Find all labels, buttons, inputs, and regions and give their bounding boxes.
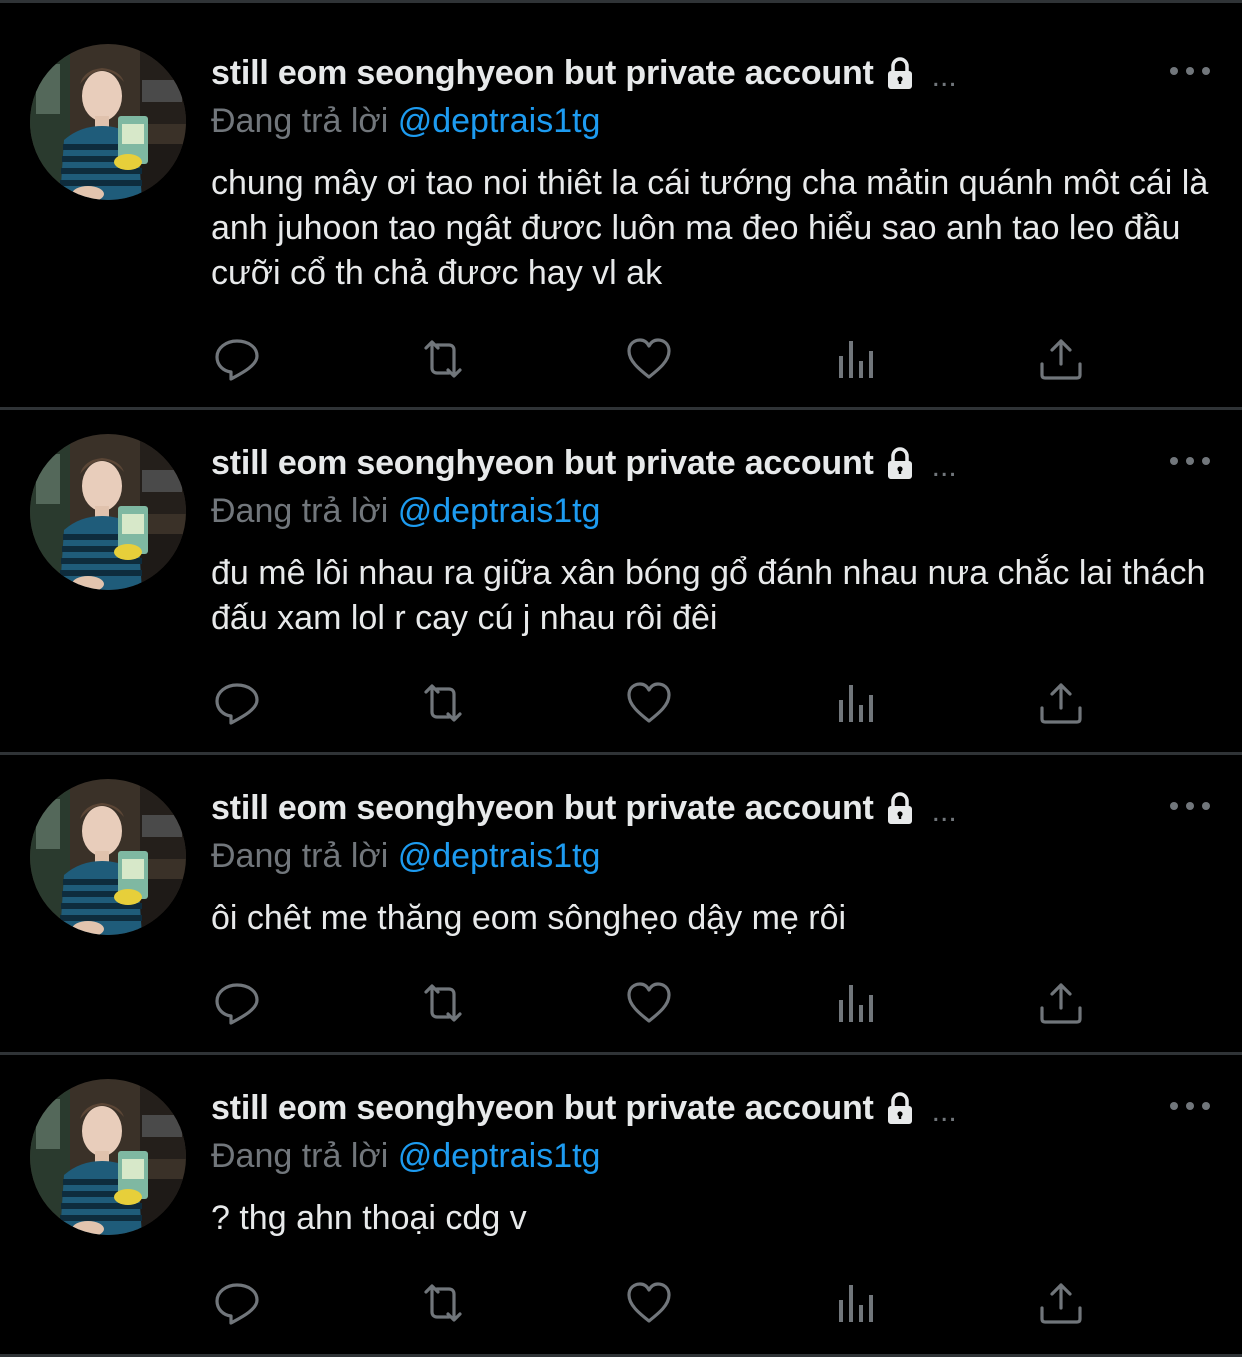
more-options-icon[interactable]: [1168, 794, 1212, 818]
name-truncation: ...: [931, 1095, 957, 1128]
share-icon[interactable]: [1036, 334, 1086, 384]
reply-prefix: Đang trả lời: [211, 1137, 389, 1175]
tweet-actions: [0, 334, 1242, 384]
lock-icon: [882, 790, 918, 826]
views-icon[interactable]: [830, 678, 880, 728]
retweet-icon[interactable]: [418, 978, 468, 1028]
lock-icon: [882, 55, 918, 91]
tweet[interactable]: still eom seonghyeon but private account…: [0, 1055, 1242, 1357]
author-avatar[interactable]: [30, 779, 186, 935]
name-truncation: ...: [931, 795, 957, 828]
reply-handle-link[interactable]: @deptrais1tg: [398, 102, 601, 140]
replying-to: Đang trả lời @deptrais1tg: [211, 1137, 600, 1176]
tweet-text: chung mây ơi tao noi thiêt la cái tướng …: [211, 164, 1209, 292]
more-options-icon[interactable]: [1168, 1094, 1212, 1118]
retweet-icon[interactable]: [418, 678, 468, 728]
tweet-actions: [0, 678, 1242, 728]
tweet-text: ? thg ahn thoại cdg v: [211, 1199, 527, 1237]
reply-prefix: Đang trả lời: [211, 102, 389, 140]
reply-handle-link[interactable]: @deptrais1tg: [398, 1137, 601, 1175]
like-icon[interactable]: [624, 1278, 674, 1328]
reply-icon[interactable]: [212, 1278, 262, 1328]
reply-prefix: Đang trả lời: [211, 837, 389, 875]
lock-icon: [882, 445, 918, 481]
reply-handle-link[interactable]: @deptrais1tg: [398, 492, 601, 530]
more-options-icon[interactable]: [1168, 449, 1212, 473]
reply-prefix: Đang trả lời: [211, 492, 389, 530]
tweet-text: ôi chêt me thăng eom sônghẹo dậy mẹ rôi: [211, 899, 847, 937]
reply-icon[interactable]: [212, 678, 262, 728]
author-display-name[interactable]: still eom seonghyeon but private account: [211, 444, 874, 483]
author-avatar[interactable]: [30, 1079, 186, 1235]
reply-feed: still eom seonghyeon but private account…: [0, 0, 1242, 1357]
replying-to: Đang trả lời @deptrais1tg: [211, 837, 600, 876]
tweet-actions: [0, 978, 1242, 1028]
author-display-name[interactable]: still eom seonghyeon but private account: [211, 54, 874, 93]
tweet[interactable]: still eom seonghyeon but private account…: [0, 3, 1242, 410]
retweet-icon[interactable]: [418, 334, 468, 384]
views-icon[interactable]: [830, 1278, 880, 1328]
author-avatar[interactable]: [30, 44, 186, 200]
author-avatar[interactable]: [30, 434, 186, 590]
replying-to: Đang trả lời @deptrais1tg: [211, 492, 600, 531]
like-icon[interactable]: [624, 978, 674, 1028]
name-truncation: ...: [931, 60, 957, 93]
replying-to: Đang trả lời @deptrais1tg: [211, 102, 600, 141]
lock-icon: [882, 1090, 918, 1126]
share-icon[interactable]: [1036, 678, 1086, 728]
author-display-name[interactable]: still eom seonghyeon but private account: [211, 1089, 874, 1128]
tweet-text: đu mê lôi nhau ra giữa xân bóng gổ đánh …: [211, 554, 1206, 637]
name-truncation: ...: [931, 450, 957, 483]
views-icon[interactable]: [830, 334, 880, 384]
share-icon[interactable]: [1036, 978, 1086, 1028]
reply-icon[interactable]: [212, 978, 262, 1028]
like-icon[interactable]: [624, 334, 674, 384]
more-options-icon[interactable]: [1168, 59, 1212, 83]
author-display-name[interactable]: still eom seonghyeon but private account: [211, 789, 874, 828]
share-icon[interactable]: [1036, 1278, 1086, 1328]
like-icon[interactable]: [624, 678, 674, 728]
reply-handle-link[interactable]: @deptrais1tg: [398, 837, 601, 875]
retweet-icon[interactable]: [418, 1278, 468, 1328]
tweet[interactable]: still eom seonghyeon but private account…: [0, 755, 1242, 1055]
tweet-actions: [0, 1278, 1242, 1328]
reply-icon[interactable]: [212, 334, 262, 384]
tweet[interactable]: still eom seonghyeon but private account…: [0, 410, 1242, 755]
views-icon[interactable]: [830, 978, 880, 1028]
